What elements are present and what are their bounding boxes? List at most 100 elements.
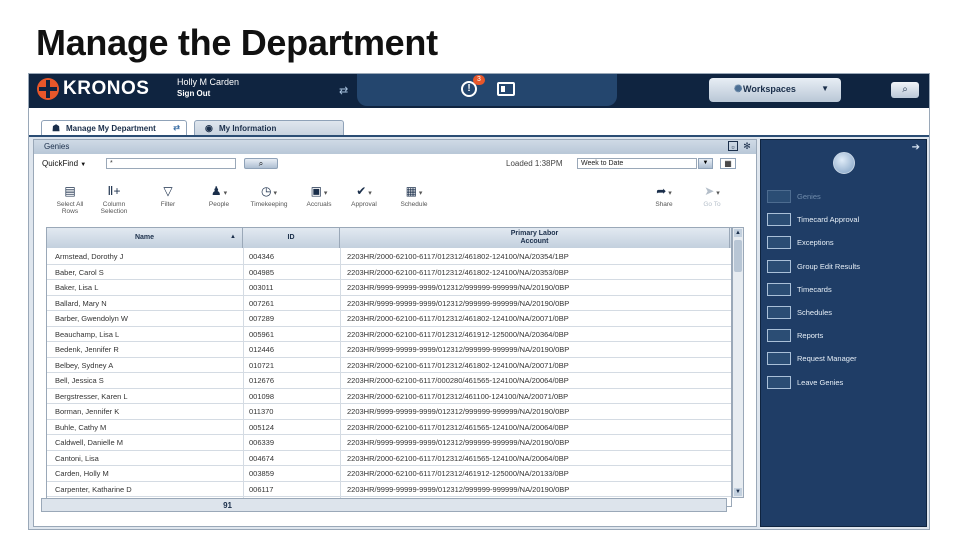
period-dropdown-button[interactable]: ▼ <box>698 158 713 169</box>
tab-manage-my-department[interactable]: ☗ Manage My Department ⇄ <box>41 120 187 136</box>
workspaces-icon: ✺ <box>734 84 743 95</box>
cell-account: 2203HR/9999-99999-9999/012312/999999-999… <box>347 484 570 494</box>
settings-gear-icon[interactable]: ✻ <box>742 141 752 151</box>
cell-name: Bedenk, Jennifer R <box>55 345 119 354</box>
table-row[interactable]: Carden, Holly M 003859 2203HR/2000-62100-6… <box>47 466 731 482</box>
scroll-thumb[interactable] <box>734 240 742 272</box>
chevron-down-icon: ▾ <box>366 190 372 197</box>
related-item-icon <box>767 190 791 203</box>
toolbar-label: Go To <box>703 201 721 208</box>
cell-name: Buhle, Cathy M <box>55 422 107 432</box>
table-row[interactable]: Ballard, Mary N 007261 2203HR/9999-99999-9… <box>47 296 731 311</box>
id-card-icon[interactable] <box>497 82 515 96</box>
related-item-label: Schedules <box>797 308 833 317</box>
table-row[interactable]: Bell, Jessica S 012676 2203HR/2000-62100-6… <box>47 373 731 389</box>
chevron-down-icon: ▾ <box>416 190 423 197</box>
chevron-down-icon: ▼ <box>821 84 829 93</box>
table-row[interactable]: Belbey, Sydney A 010721 2203HR/2000-62100-… <box>47 358 731 373</box>
related-item-leave-genies[interactable]: Leave Genies <box>767 375 917 390</box>
grid-header: Name ▲ ID Primary Labor Account <box>47 228 731 248</box>
tab-refresh-icon[interactable]: ⇄ <box>173 123 180 132</box>
cell-account: 2203HR/2000-62100-6117/000280/461565-124… <box>347 376 569 385</box>
cell-name: Barber, Gwendolyn W <box>55 314 128 323</box>
related-item-reports[interactable]: Reports <box>767 329 917 343</box>
collapse-arrow-icon[interactable]: ➔ <box>912 142 920 153</box>
sign-out-link[interactable]: Sign Out <box>177 88 239 99</box>
related-item-group-edit-results[interactable]: Group Edit Results <box>767 259 917 274</box>
table-row[interactable]: Armstead, Dorothy J 004346 2203HR/2000-621… <box>47 249 731 265</box>
total-count: 91 <box>223 501 232 510</box>
table-row[interactable]: Bergstresser, Karen L 001098 2203HR/2000-6… <box>47 389 731 404</box>
globe-icon <box>833 152 855 174</box>
table-row[interactable]: Bedenk, Jennifer R 012446 2203HR/9999-9999… <box>47 342 731 358</box>
schedule-icon: ▦ ▾ <box>405 184 423 198</box>
quickfind-search-button[interactable]: ⌕ <box>244 158 278 169</box>
home-icon: ☗ <box>52 123 61 133</box>
cell-name: Armstead, Dorothy J <box>55 252 124 261</box>
refresh-icon[interactable]: ⇄ <box>339 84 348 97</box>
related-items-panel: ➔ Genies Timecard Approval Exceptions Group… <box>760 139 927 527</box>
column-header-account-label: Primary Labor Account <box>510 230 559 245</box>
workspaces-button[interactable]: ✺ Workspaces ▼ <box>709 78 841 102</box>
column-header-id[interactable]: ID <box>243 228 340 248</box>
scroll-up-icon[interactable]: ▲ <box>734 229 742 237</box>
loaded-time: Loaded 1:38PM <box>506 159 563 168</box>
table-row[interactable]: Beauchamp, Lisa L 005961 2203HR/2000-62100… <box>47 327 731 342</box>
kronos-window: KRONOS Holly M Carden Sign Out ⇄ ! 3 ✺ W… <box>28 73 930 530</box>
related-item-label: Group Edit Results <box>797 261 860 271</box>
quickfind-dropdown[interactable]: QuickFind ▼ <box>42 159 86 168</box>
table-row[interactable]: Baker, Lisa L 003011 2203HR/9999-99999-999… <box>47 280 731 296</box>
tab-my-information[interactable]: ◉ My Information <box>194 120 344 136</box>
maximize-icon[interactable]: ▫ <box>728 141 738 152</box>
cell-name: Caldwell, Danielle M <box>55 438 123 447</box>
quickfind-input[interactable]: * <box>106 158 236 169</box>
related-item-icon <box>767 236 791 250</box>
search-icon: ⌕ <box>258 159 264 168</box>
table-row[interactable]: Baber, Carol S 004985 2203HR/2000-62100-61… <box>47 265 731 280</box>
time-period-select[interactable]: Week to Date <box>577 158 697 169</box>
grid-scrollbar[interactable]: ▲ ▼ <box>732 227 744 498</box>
column-selection-icon: Ⅱ+ <box>107 184 121 198</box>
cell-id: 010721 <box>249 360 275 370</box>
calendar-button[interactable]: ▦ <box>720 158 736 169</box>
table-row[interactable]: Caldwell, Danielle M 006339 2203HR/9999-99… <box>47 435 731 451</box>
related-item-schedules[interactable]: Schedules <box>767 306 917 320</box>
slide-title: Manage the Department <box>36 22 438 63</box>
column-header-name[interactable]: Name ▲ <box>47 228 243 248</box>
table-row[interactable]: Barber, Gwendolyn W 007289 2203HR/2000-621… <box>47 311 731 327</box>
cell-account: 2203HR/9999-99999-9999/012312/999999-999… <box>347 345 570 354</box>
column-header-account[interactable]: Primary Labor Account <box>340 228 730 248</box>
related-item-label: Genies <box>797 192 821 201</box>
related-item-exceptions[interactable]: Exceptions <box>767 236 917 250</box>
cell-name: Bergstresser, Karen L <box>55 391 128 401</box>
related-item-request-manager[interactable]: Request Manager <box>767 352 917 366</box>
table-row[interactable]: Borman, Jennifer K 011370 2203HR/9999-9999… <box>47 404 731 420</box>
toolbar-go-to-button[interactable]: ➤ ▾ Go To <box>682 184 742 208</box>
top-bar: KRONOS Holly M Carden Sign Out ⇄ ! 3 ✺ W… <box>29 74 929 108</box>
related-item-timecards[interactable]: Timecards <box>767 282 917 297</box>
cell-account: 2203HR/2000-62100-6117/012312/461802-124… <box>347 360 569 370</box>
cell-name: Cantoni, Lisa <box>55 453 99 463</box>
cell-id: 007289 <box>249 314 275 323</box>
toolbar-schedule-button[interactable]: ▦ ▾ Schedule <box>384 184 444 208</box>
related-item-label: Timecards <box>797 284 832 294</box>
cell-name: Belbey, Sydney A <box>55 360 114 370</box>
global-search-button[interactable]: ⌕ <box>891 82 919 98</box>
related-item-icon <box>767 306 791 319</box>
logo-text: KRONOS <box>63 78 150 99</box>
toolbar-column-selection-button[interactable]: Ⅱ+ Column Selection <box>84 184 144 215</box>
cell-id: 007261 <box>249 298 275 308</box>
chevron-down-icon: ▼ <box>80 162 87 168</box>
scroll-down-icon[interactable]: ▼ <box>734 488 742 496</box>
cell-id: 003011 <box>249 283 274 292</box>
chevron-down-icon: ▾ <box>666 190 672 197</box>
related-item-timecard-approval[interactable]: Timecard Approval <box>767 213 917 227</box>
related-item-genies: Genies <box>767 190 917 204</box>
table-row[interactable]: Cantoni, Lisa 004674 2203HR/2000-62100-611… <box>47 451 731 466</box>
quickfind-label: QuickFind <box>42 159 79 168</box>
related-item-label: Timecard Approval <box>797 215 860 225</box>
cell-id: 001098 <box>249 391 275 401</box>
user-name: Holly M Carden <box>177 77 240 87</box>
table-row[interactable]: Carpenter, Katharine D 006117 2203HR/9999-… <box>47 482 731 497</box>
table-row[interactable]: Buhle, Cathy M 005124 2203HR/2000-62100-61… <box>47 420 731 435</box>
